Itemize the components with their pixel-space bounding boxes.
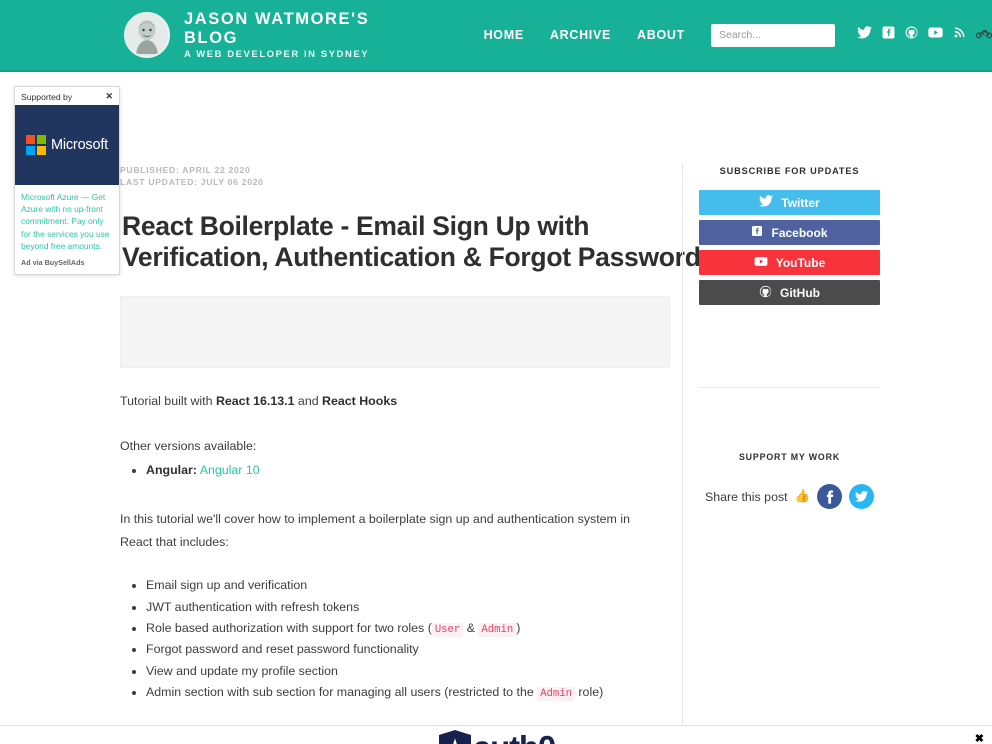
subscribe-facebook-label: Facebook [771,225,828,240]
share-facebook-button[interactable] [817,484,843,509]
list-item: Admin section with sub section for manag… [146,682,660,703]
microsoft-logo-icon [25,135,46,155]
brand[interactable]: JASON WATMORE'S BLOG A WEB DEVELOPER IN … [124,10,424,61]
article-meta: PUBLISHED: APRIL 22 2020 LAST UPDATED: J… [120,164,660,189]
youtube-icon[interactable] [928,26,943,44]
subscribe-button-list: Twitter Facebook YouTube GitHub RSS [699,190,880,335]
subscribe-rss-button[interactable]: RSS [699,310,880,335]
list-item: Role based authorization with support fo… [146,618,660,639]
auth0-shield-icon [438,730,471,744]
rss-icon [767,315,780,331]
nav-home[interactable]: HOME [484,28,524,42]
built-with-prefix: Tutorial built with [120,394,216,409]
list-item: JWT authentication with refresh tokens [146,597,660,618]
published-date: PUBLISHED: APRIL 22 2020 [120,165,251,175]
floating-ad-header: Supported by ✕ [15,87,119,105]
main-container: PUBLISHED: APRIL 22 2020 LAST UPDATED: J… [120,72,880,744]
share-row: Share this post 👍 [699,484,880,509]
auth0-logo: auth0 [437,729,556,744]
other-version-link[interactable]: Angular 10 [200,463,260,477]
feature-text: View and update my profile section [146,663,338,678]
floating-ad-footer: Ad via BuySellAds [21,257,85,267]
subscribe-github-label: GitHub [780,285,820,300]
avatar [124,12,170,58]
list-item: Forgot password and reset password funct… [146,639,660,660]
list-item: Email sign up and verification [146,575,660,596]
built-with-paragraph: Tutorial built with React 16.13.1 and Re… [120,390,660,413]
facebook-icon [751,225,763,240]
article-content: PUBLISHED: APRIL 22 2020 LAST UPDATED: J… [120,164,701,744]
facebook-icon[interactable] [882,26,895,44]
nav-archive[interactable]: ARCHIVE [550,28,611,42]
built-with-tech2: React Hooks [322,394,398,409]
rss-icon[interactable] [953,26,966,44]
close-icon[interactable]: ✕ [105,91,113,102]
brand-title: JASON WATMORE'S BLOG [184,9,370,47]
feature-tail: role) [574,685,604,700]
subscribe-github-button[interactable]: GitHub [699,280,880,305]
twitter-icon[interactable] [857,26,872,44]
github-icon[interactable] [905,26,918,44]
page-root: JASON WATMORE'S BLOG A WEB DEVELOPER IN … [0,0,992,744]
youtube-icon [754,256,768,270]
support-heading: SUPPORT MY WORK [738,452,841,462]
feature-list: Email sign up and verification JWT authe… [120,575,660,703]
auth0-wordmark: auth0 [473,729,556,744]
feature-tail: ) [516,621,521,636]
subscribe-youtube-label: YouTube [775,255,826,270]
subscribe-rss-label: RSS [787,315,813,330]
subscribe-facebook-button[interactable]: Facebook [699,220,880,245]
subscribe-twitter-label: Twitter [781,195,820,210]
feature-mid: & [463,621,479,636]
site-header: JASON WATMORE'S BLOG A WEB DEVELOPER IN … [0,0,992,72]
share-twitter-button[interactable] [849,484,875,509]
main-nav: HOME ARCHIVE ABOUT [484,28,685,42]
list-item: Angular: Angular 10 [146,460,660,481]
floating-ad-panel: Supported by ✕ Microsoft Microsoft Azure… [14,86,120,275]
github-icon [759,285,772,301]
sidebar-divider [699,387,880,388]
intro-paragraph: In this tutorial we'll cover how to impl… [120,511,630,549]
floating-ad-title: Supported by [21,91,73,102]
feature-text: Role based authorization with support fo… [146,621,432,636]
bottom-ad-banner: ✖ auth0 by Okta SUPPORTED BY Auth0 — Wha… [0,724,992,744]
built-with-tech1: React 16.13.1 [215,394,295,409]
thumbs-up-icon: 👍 [794,489,811,503]
built-with-join: and [294,394,323,409]
other-versions-list: Angular: Angular 10 [120,460,660,481]
motorcycle-icon[interactable] [975,26,992,44]
floating-ad-image[interactable]: Microsoft [15,105,119,185]
brand-text: JASON WATMORE'S BLOG A WEB DEVELOPER IN … [184,10,424,61]
feature-text: Email sign up and verification [146,578,308,593]
inline-ad-placeholder [120,296,670,369]
feature-text: Forgot password and reset password funct… [146,642,419,657]
search-input[interactable] [711,23,835,47]
floating-ad-brand: Microsoft [50,137,108,153]
other-versions-label: Other versions available: [120,439,257,454]
inline-code: User [431,623,464,638]
floating-ad-body[interactable]: Microsoft Azure — Get Azure with no up-f… [15,185,119,256]
nav-about[interactable]: ABOUT [637,28,685,42]
page-title: React Boilerplate - Email Sign Up with V… [122,210,701,272]
inline-code: Admin [478,623,517,638]
subscribe-youtube-button[interactable]: YouTube [699,250,880,275]
list-item: View and update my profile section [146,661,660,682]
other-version-label: Angular: [146,463,197,478]
banner-inner[interactable]: auth0 by Okta SUPPORTED BY Auth0 — What … [0,726,992,744]
header-social-links [857,26,992,44]
subscribe-twitter-button[interactable]: Twitter [699,190,880,215]
updated-date: LAST UPDATED: JULY 06 2020 [120,177,264,188]
brand-subtitle: A WEB DEVELOPER IN SYDNEY [184,49,370,61]
inline-code: Admin [537,687,575,702]
close-icon[interactable]: ✖ [975,732,984,744]
feature-text: JWT authentication with refresh tokens [146,599,360,614]
subscribe-heading: SUBSCRIBE FOR UPDATES [719,166,860,176]
share-label: Share this post [704,489,788,504]
sidebar: SUBSCRIBE FOR UPDATES Twitter Facebook Y… [682,164,880,744]
feature-text: Admin section with sub section for manag… [146,685,538,700]
twitter-icon [759,195,774,210]
